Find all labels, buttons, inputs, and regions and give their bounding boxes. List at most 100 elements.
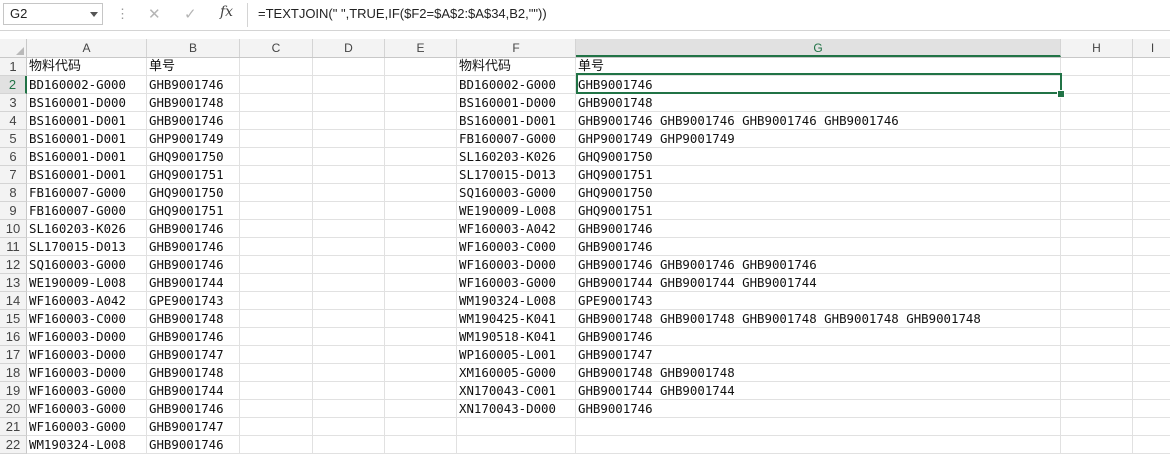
cell-g[interactable]: GHQ9001751 [576,202,1061,220]
cell-i[interactable] [1133,94,1170,112]
cell-e[interactable] [385,310,457,328]
column-header-i[interactable]: I [1133,39,1170,57]
cell-h[interactable] [1061,382,1133,400]
cell-c[interactable] [240,310,313,328]
row-header[interactable]: 7 [0,166,27,184]
cell-e[interactable] [385,346,457,364]
cell-g[interactable]: GHB9001746 [576,238,1061,256]
cell-f[interactable]: SL170015-D013 [457,166,576,184]
cell-g[interactable]: GHB9001748 [576,94,1061,112]
row-header[interactable]: 5 [0,130,27,148]
cell-b[interactable]: GHB9001744 [147,382,240,400]
cell-c[interactable] [240,400,313,418]
cell-d[interactable] [313,274,385,292]
cell-b[interactable]: GHB9001748 [147,94,240,112]
cell-f[interactable]: XM160005-G000 [457,364,576,382]
cell-h[interactable] [1061,346,1133,364]
cell-f[interactable]: WF160003-G000 [457,274,576,292]
cell-h[interactable] [1061,256,1133,274]
cell-g[interactable] [576,436,1061,454]
cell-f[interactable]: WP160005-L001 [457,346,576,364]
cell-b[interactable]: GHQ9001751 [147,166,240,184]
column-header-c[interactable]: C [240,39,313,57]
cell-a[interactable]: SL170015-D013 [27,238,147,256]
cell-e[interactable] [385,382,457,400]
cell-i[interactable] [1133,346,1170,364]
cell-h[interactable] [1061,436,1133,454]
cell-f[interactable]: WE190009-L008 [457,202,576,220]
column-header-h[interactable]: H [1061,39,1133,57]
cell-g[interactable]: GHB9001746 GHB9001746 GHB9001746 [576,256,1061,274]
cell-c[interactable] [240,238,313,256]
cell-e[interactable] [385,184,457,202]
row-header[interactable]: 19 [0,382,27,400]
row-header[interactable]: 3 [0,94,27,112]
cell-i[interactable] [1133,166,1170,184]
cell-a[interactable]: SL160203-K026 [27,220,147,238]
cell-d[interactable] [313,382,385,400]
cell-d[interactable] [313,256,385,274]
cell-i[interactable] [1133,130,1170,148]
cell-i[interactable] [1133,310,1170,328]
cell-f[interactable]: SL160203-K026 [457,148,576,166]
cell-d[interactable] [313,436,385,454]
cell-f[interactable]: WF160003-D000 [457,256,576,274]
cell-g[interactable]: GHB9001746 [576,220,1061,238]
cell-e[interactable] [385,418,457,436]
cell-a[interactable]: BD160002-G000 [27,76,147,94]
cell-a[interactable]: BS160001-D001 [27,130,147,148]
cell-e[interactable] [385,328,457,346]
column-header-d[interactable]: D [313,39,385,57]
row-header[interactable]: 1 [0,58,27,76]
cell-f[interactable]: XN170043-C001 [457,382,576,400]
cell-a[interactable]: WF160003-G000 [27,418,147,436]
cell-h[interactable] [1061,112,1133,130]
cell-h[interactable] [1061,166,1133,184]
cell-g[interactable]: GHB9001746 GHB9001746 GHB9001746 GHB9001… [576,112,1061,130]
cell-c[interactable] [240,202,313,220]
cell-a[interactable]: BS160001-D000 [27,94,147,112]
cell-f[interactable]: WM190425-K041 [457,310,576,328]
row-header[interactable]: 11 [0,238,27,256]
cell-i[interactable] [1133,382,1170,400]
name-box[interactable]: G2 [3,3,103,25]
cell-d[interactable] [313,130,385,148]
cell-c[interactable] [240,364,313,382]
cell-b[interactable]: GHB9001746 [147,256,240,274]
cell-g[interactable]: GHB9001746 [576,400,1061,418]
row-header[interactable]: 22 [0,436,27,454]
chevron-down-icon[interactable] [90,12,98,17]
cell-h[interactable] [1061,292,1133,310]
cell-h[interactable] [1061,202,1133,220]
row-header[interactable]: 18 [0,364,27,382]
cell-a[interactable]: 物料代码 [27,58,147,76]
cell-a[interactable]: BS160001-D001 [27,148,147,166]
column-header-e[interactable]: E [385,39,457,57]
cell-b[interactable]: GHB9001747 [147,418,240,436]
cell-a[interactable]: WF160003-C000 [27,310,147,328]
cell-a[interactable]: WF160003-D000 [27,346,147,364]
cell-e[interactable] [385,292,457,310]
cell-g[interactable]: 单号 [576,58,1061,76]
cell-c[interactable] [240,112,313,130]
cell-g[interactable]: GHB9001746 [576,328,1061,346]
column-header-f[interactable]: F [457,39,576,57]
enter-icon[interactable]: ✓ [184,5,197,23]
cell-h[interactable] [1061,58,1133,76]
cell-e[interactable] [385,94,457,112]
cell-a[interactable]: WF160003-G000 [27,400,147,418]
row-header[interactable]: 8 [0,184,27,202]
row-header[interactable]: 4 [0,112,27,130]
row-header[interactable]: 12 [0,256,27,274]
cell-d[interactable] [313,418,385,436]
cell-h[interactable] [1061,274,1133,292]
cell-e[interactable] [385,202,457,220]
cell-c[interactable] [240,418,313,436]
cell-a[interactable]: WF160003-A042 [27,292,147,310]
cell-c[interactable] [240,256,313,274]
cell-i[interactable] [1133,238,1170,256]
cell-i[interactable] [1133,256,1170,274]
cell-b[interactable]: GHB9001747 [147,346,240,364]
cell-e[interactable] [385,130,457,148]
cancel-icon[interactable]: ✕ [148,5,161,23]
